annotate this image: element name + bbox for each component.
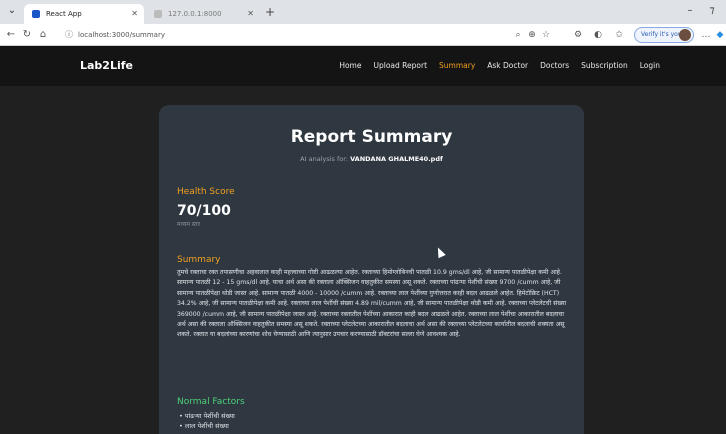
subtitle-prefix: AI analysis for: — [300, 155, 348, 163]
nav-login[interactable]: Login — [640, 61, 660, 70]
health-score-value: 70/100 — [177, 203, 231, 219]
normal-factors-heading: Normal Factors — [177, 397, 245, 407]
address-bar[interactable]: ⓘ localhost:3000/summary — [60, 27, 550, 43]
search-icon[interactable]: ⌕ — [512, 28, 524, 42]
browser-tab-strip: ⌄ React App ✕ 127.0.0.1:8000 ✕ + – ⁊ — [0, 0, 726, 24]
browser-tab-react-app[interactable]: React App ✕ — [24, 4, 144, 24]
page-favicon-icon — [154, 10, 162, 18]
health-score-sublabel: मध्यम स्तर — [177, 221, 201, 228]
translate-icon[interactable]: ⊕ — [526, 28, 538, 42]
browser-toolbar: ← ↻ ⌂ ⓘ localhost:3000/summary ⌕ ⊕ ☆ ⚙ ◐… — [0, 24, 726, 46]
more-window-icon[interactable]: ⁊ — [704, 4, 720, 18]
analysis-subtitle: AI analysis for: VANDANA GHALME40.pdf — [159, 155, 584, 163]
app-navbar: Lab2Life Home Upload Report Summary Ask … — [0, 46, 726, 86]
site-info-icon[interactable]: ⓘ — [65, 27, 73, 43]
tab-search-icon[interactable]: ⌄ — [4, 4, 20, 18]
summary-section: Summary तुमचे रक्ताचा रक्त तपासणीचा अहवा… — [177, 255, 569, 341]
main-content: Report Summary AI analysis for: VANDANA … — [0, 86, 726, 434]
close-tab-icon[interactable]: ✕ — [247, 4, 254, 24]
normal-factors-list: • पांढऱ्या पेशींची संख्या • लाल पेशींची … — [177, 411, 569, 431]
health-score-section: Health Score 70/100 मध्यम स्तर — [177, 187, 569, 228]
menu-icon[interactable]: … — [700, 28, 712, 42]
nav-links: Home Upload Report Summary Ask Doctor Do… — [339, 61, 660, 70]
home-icon[interactable]: ⌂ — [36, 28, 50, 42]
extensions-icon[interactable]: ⚙ — [572, 28, 584, 42]
nav-upload-report[interactable]: Upload Report — [373, 61, 427, 70]
react-favicon-icon — [32, 10, 40, 18]
health-score-heading: Health Score — [177, 187, 235, 197]
summary-text: तुमचे रक्ताचा रक्त तपासणीचा अहवालात काही… — [177, 269, 567, 339]
bookmark-star-icon[interactable]: ☆ — [540, 28, 552, 42]
list-item: • पांढऱ्या पेशींची संख्या — [179, 412, 235, 420]
avatar — [679, 29, 691, 41]
profile-button[interactable]: Verify it's you — [634, 27, 694, 43]
address-bar-url: localhost:3000/summary — [78, 31, 165, 39]
minimize-window-icon[interactable]: – — [682, 4, 698, 18]
back-icon[interactable]: ← — [4, 28, 18, 42]
copilot-icon[interactable]: ◆ — [714, 28, 726, 42]
sync-icon[interactable]: ◐ — [592, 28, 604, 42]
nav-doctors[interactable]: Doctors — [540, 61, 569, 70]
new-tab-button[interactable]: + — [262, 4, 278, 20]
profile-label: Verify it's you — [641, 31, 682, 38]
reload-icon[interactable]: ↻ — [20, 28, 34, 42]
app-logo[interactable]: Lab2Life — [80, 59, 133, 72]
normal-factors-section: Normal Factors • पांढऱ्या पेशींची संख्या… — [177, 397, 569, 431]
nav-ask-doctor[interactable]: Ask Doctor — [487, 61, 528, 70]
browser-tab-title: React App — [46, 10, 82, 18]
nav-subscription[interactable]: Subscription — [581, 61, 628, 70]
close-tab-icon[interactable]: ✕ — [131, 4, 138, 24]
report-summary-card: Report Summary AI analysis for: VANDANA … — [159, 105, 584, 434]
favorites-icon[interactable]: ✩ — [612, 28, 626, 42]
nav-summary[interactable]: Summary — [439, 61, 475, 70]
report-file-name: VANDANA GHALME40.pdf — [350, 155, 443, 163]
browser-tab-local-server[interactable]: 127.0.0.1:8000 ✕ — [146, 4, 260, 24]
page-title: Report Summary — [290, 127, 453, 147]
browser-tab-title: 127.0.0.1:8000 — [168, 10, 222, 18]
summary-heading: Summary — [177, 255, 221, 265]
nav-home[interactable]: Home — [339, 61, 361, 70]
list-item: • लाल पेशींची संख्या — [179, 422, 229, 430]
